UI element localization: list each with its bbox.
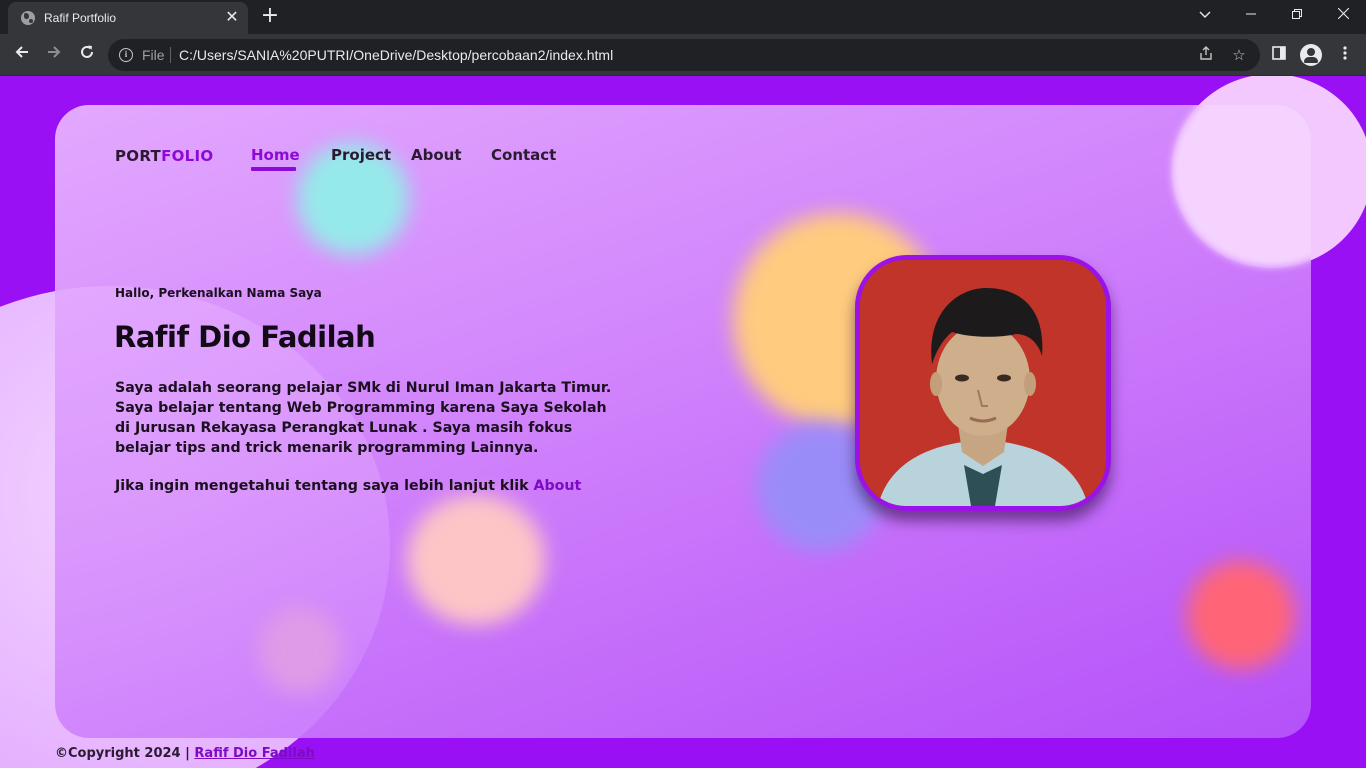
- browser-toolbar: i File C:/Users/SANIA%20PUTRI/OneDrive/D…: [0, 34, 1366, 76]
- footer-author-link[interactable]: Rafif Dio Fadilah: [194, 746, 314, 761]
- nav-contact[interactable]: Contact: [491, 146, 556, 164]
- chevron-down-icon: [1199, 11, 1211, 18]
- profile-photo-frame: [855, 255, 1111, 511]
- footer: ©Copyright 2024 | Rafif Dio Fadilah: [55, 746, 315, 761]
- globe-icon: [21, 11, 35, 25]
- file-label: File: [142, 47, 165, 63]
- minimize-button[interactable]: [1228, 0, 1274, 30]
- copyright-text: ©Copyright 2024 |: [55, 746, 195, 761]
- tab-search-button[interactable]: [1182, 0, 1228, 30]
- menu-button[interactable]: [1333, 43, 1357, 67]
- decor-circle-white: [1172, 105, 1311, 267]
- hero-cta: Jika ingin mengetahui tentang saya lebih…: [115, 478, 635, 494]
- close-icon: [1337, 7, 1349, 20]
- hero-name: Rafif Dio Fadilah: [114, 320, 376, 354]
- url-text[interactable]: C:/Users/SANIA%20PUTRI/OneDrive/Desktop/…: [179, 47, 613, 63]
- share-icon[interactable]: [1196, 45, 1216, 65]
- divider: [170, 47, 171, 63]
- page-viewport: PORTFOLIO Home Project About Contact Hal…: [0, 76, 1366, 768]
- cta-text: Jika ingin mengetahui tentang saya lebih…: [115, 478, 534, 494]
- minimize-icon: [1246, 13, 1256, 15]
- tab-close-button[interactable]: ✕: [224, 9, 240, 25]
- arrow-right-icon: [48, 46, 61, 58]
- profile-avatar-icon[interactable]: [1300, 44, 1322, 66]
- tab-title: Rafif Portfolio: [44, 11, 117, 25]
- new-tab-button[interactable]: +: [258, 5, 282, 29]
- kebab-menu-icon: [1343, 46, 1347, 60]
- side-panel-button[interactable]: [1267, 43, 1291, 67]
- hero-description: Saya adalah seorang pelajar SMk di Nurul…: [115, 380, 612, 456]
- browser-tab[interactable]: Rafif Portfolio ✕: [8, 2, 248, 34]
- restore-button[interactable]: [1274, 0, 1320, 30]
- forward-button[interactable]: [42, 43, 66, 67]
- browser-tab-strip: Rafif Portfolio ✕ +: [0, 0, 1366, 34]
- nav-about[interactable]: About: [411, 146, 462, 164]
- reload-icon: [81, 45, 93, 58]
- nav-active-underline: [251, 167, 296, 171]
- site-info-icon[interactable]: i: [119, 48, 133, 62]
- logo-part-1: PORT: [115, 147, 162, 165]
- restore-icon: [1292, 9, 1302, 19]
- decor-circle-peach: [407, 495, 545, 625]
- greeting-text: Hallo, Perkenalkan Nama Saya: [115, 286, 322, 300]
- back-button[interactable]: [10, 43, 34, 67]
- arrow-left-icon: [15, 46, 28, 58]
- hero-card: PORTFOLIO Home Project About Contact Hal…: [55, 105, 1311, 738]
- reload-button[interactable]: [75, 43, 99, 67]
- nav-home[interactable]: Home: [251, 146, 300, 164]
- about-link[interactable]: About: [533, 478, 581, 494]
- bookmark-star-icon[interactable]: ☆: [1229, 45, 1249, 65]
- nav-project[interactable]: Project: [331, 146, 391, 164]
- decor-circle-red: [1187, 561, 1295, 669]
- logo-part-2: FOLIO: [161, 147, 214, 165]
- side-panel-icon: [1272, 46, 1286, 60]
- decor-circle-pink: [259, 607, 341, 693]
- address-bar[interactable]: i File C:/Users/SANIA%20PUTRI/OneDrive/D…: [108, 39, 1260, 71]
- site-logo[interactable]: PORTFOLIO: [115, 147, 213, 165]
- profile-photo: [860, 260, 1106, 506]
- close-window-button[interactable]: [1320, 0, 1366, 30]
